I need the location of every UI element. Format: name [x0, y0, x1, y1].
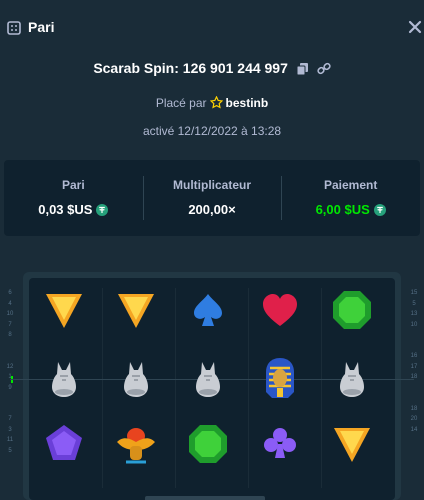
bottom-tab [145, 496, 265, 500]
tether-icon [373, 204, 386, 216]
tether-icon [96, 204, 109, 216]
payline-number [3, 404, 17, 415]
payline-number: 7 [8, 416, 12, 422]
golden-scarab-icon [114, 422, 158, 466]
payline-number: 7 [8, 321, 12, 328]
payline-number: 5 [8, 447, 12, 454]
stat-label: Paiement [324, 178, 378, 192]
close-icon[interactable] [406, 18, 424, 36]
placed-by-row: Placé par bestinb [0, 95, 424, 110]
payline-number: 20 [410, 416, 418, 422]
stat-value: 6,00 $US [281, 202, 420, 217]
modal-title: Pari [28, 19, 55, 35]
yellow-triangle-icon [114, 288, 158, 332]
stat-label: Pari [61, 178, 85, 192]
payline-number [3, 341, 17, 352]
purple-pentagon-icon [42, 422, 86, 466]
yellow-triangle-icon [42, 288, 86, 332]
payline-number [407, 383, 421, 394]
payline-number [407, 393, 421, 404]
link-icon[interactable] [317, 62, 331, 76]
payline-number: 16 [410, 353, 418, 359]
yellow-triangle-icon [330, 422, 374, 466]
payline-number: 14 [410, 426, 418, 433]
reel-divider [175, 288, 176, 488]
bet-stats-panel: Pari 0,03 $US Multiplicateur 200,00× Pai… [4, 160, 420, 236]
vip-star-icon [209, 95, 223, 109]
payline-number: 15 [410, 290, 418, 296]
stat-multiplier: Multiplicateur 200,00× [142, 160, 282, 236]
stat-label: Multiplicateur [173, 178, 252, 192]
payline-number: 10 [6, 311, 14, 317]
left-payline-numbers: 6 4 10 7 8 12 1 9 7 3 11 5 [3, 288, 17, 456]
multiplier-value: 200,00× [188, 202, 236, 217]
cat-statue-icon [330, 356, 374, 400]
stat-bet: Pari 0,03 $US [4, 160, 143, 236]
stat-payout: Paiement 6,00 $US [281, 160, 420, 236]
payline-number: 8 [8, 332, 12, 338]
payline-number: 12 [6, 363, 14, 370]
payline-number: 1 [8, 374, 12, 380]
payline-number: 11 [6, 437, 14, 443]
payline-number: 10 [410, 321, 418, 328]
reel-divider [248, 288, 249, 488]
red-heart-icon [258, 288, 302, 332]
green-gem-icon [186, 422, 230, 466]
placed-by-label: Placé par [155, 96, 207, 110]
payout-amount: 6,00 $US [315, 202, 370, 217]
payline-number: 6 [8, 290, 12, 296]
purple-club-icon [258, 422, 302, 466]
bet-slip-icon [7, 21, 21, 35]
stat-value: 0,03 $US [4, 202, 143, 217]
spin-id-text: Scarab Spin: 126 901 244 997 [93, 60, 288, 76]
payline-number: 9 [8, 384, 12, 391]
payline-number: 4 [8, 300, 12, 307]
username-link[interactable]: bestinb [226, 96, 269, 110]
cat-statue-icon [186, 356, 230, 400]
payline-number [407, 341, 421, 352]
payline-number: 3 [8, 426, 12, 433]
payline-number [3, 351, 17, 362]
payline-number [407, 330, 421, 341]
payline-number: 18 [410, 374, 418, 380]
right-payline-numbers: 15 5 13 10 16 17 18 18 20 14 [407, 288, 421, 435]
payline-number: 18 [410, 405, 418, 412]
activated-date: activé 12/12/2022 à 13:28 [142, 124, 282, 138]
green-gem-icon [330, 288, 374, 332]
cat-statue-icon [42, 356, 86, 400]
blue-spade-icon [186, 288, 230, 332]
copy-icon[interactable] [296, 62, 309, 76]
spin-id-row: Scarab Spin: 126 901 244 997 [0, 60, 424, 76]
payline-number: 17 [410, 363, 418, 370]
reel-divider [102, 288, 103, 488]
bet-amount: 0,03 $US [38, 202, 93, 217]
payline-number: 5 [412, 300, 416, 307]
modal-header: Pari [0, 0, 424, 56]
reel-divider [321, 288, 322, 488]
payline-number: 13 [410, 311, 418, 317]
pharaoh-icon [258, 356, 302, 400]
payline-number [3, 393, 17, 404]
cat-statue-icon [114, 356, 158, 400]
